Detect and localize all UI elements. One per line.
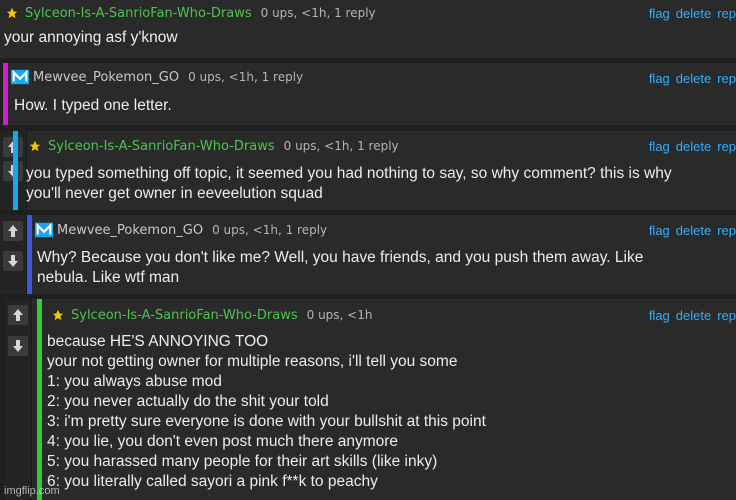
upvote-button[interactable]: [3, 221, 23, 241]
comment-meta: 0 ups, <1h: [306, 308, 373, 322]
flag-link[interactable]: flag: [649, 139, 670, 154]
comment-header: Mewvee_Pokemon_GO 0 ups, <1h, 1 reply: [35, 222, 327, 238]
arrow-down-icon: [13, 340, 23, 352]
thread-accent-bar: [37, 299, 42, 500]
username[interactable]: Sylceon-Is-A-SanrioFan-Who-Draws: [25, 6, 252, 21]
username[interactable]: Mewvee_Pokemon_GO: [57, 223, 203, 238]
comment-1: Sylceon-Is-A-SanrioFan-Who-Draws 0 ups, …: [0, 0, 736, 58]
comment-meta: 0 ups, <1h, 1 reply: [283, 139, 399, 153]
comment-header: Sylceon-Is-A-SanrioFan-Who-Draws 0 ups, …: [3, 5, 376, 21]
comment-text: your annoying asf y'know: [4, 29, 178, 46]
username[interactable]: Sylceon-Is-A-SanrioFan-Who-Draws: [48, 139, 275, 154]
thread-accent-bar: [3, 63, 8, 125]
reply-link[interactable]: rep: [717, 139, 736, 154]
delete-link[interactable]: delete: [676, 6, 711, 21]
downvote-button[interactable]: [8, 336, 28, 356]
arrow-down-icon: [8, 255, 18, 267]
comment-5: Sylceon-Is-A-SanrioFan-Who-Draws 0 ups, …: [5, 299, 736, 500]
mewvee-avatar-icon[interactable]: [35, 221, 53, 239]
arrow-up-icon: [13, 309, 23, 321]
reply-link[interactable]: rep: [717, 71, 736, 86]
comment-4: Mewvee_Pokemon_GO 0 ups, <1h, 1 reply fl…: [0, 215, 736, 294]
vote-column: [5, 299, 32, 500]
comment-header: Sylceon-Is-A-SanrioFan-Who-Draws 0 ups, …: [26, 138, 399, 154]
comment-actions: flag delete rep: [649, 308, 736, 323]
comment-2: Mewvee_Pokemon_GO 0 ups, <1h, 1 reply fl…: [3, 63, 736, 125]
username[interactable]: Mewvee_Pokemon_GO: [33, 70, 179, 85]
reply-link[interactable]: rep: [717, 308, 736, 323]
imgflip-watermark: imgflip.com: [4, 485, 60, 497]
flag-link[interactable]: flag: [649, 6, 670, 21]
thread-accent-bar: [13, 131, 18, 210]
upvote-button[interactable]: [8, 305, 28, 325]
star-avatar-icon[interactable]: [3, 4, 21, 22]
comment-actions: flag delete rep: [649, 71, 736, 86]
comment-header: Sylceon-Is-A-SanrioFan-Who-Draws 0 ups, …: [49, 307, 372, 323]
flag-link[interactable]: flag: [649, 71, 670, 86]
comment-3: Sylceon-Is-A-SanrioFan-Who-Draws 0 ups, …: [0, 131, 736, 210]
comment-header: Mewvee_Pokemon_GO 0 ups, <1h, 1 reply: [11, 69, 303, 85]
comment-text: you typed something off topic, it seemed…: [26, 165, 672, 202]
comment-text: How. I typed one letter.: [14, 97, 172, 114]
comment-actions: flag delete rep: [649, 139, 736, 154]
vote-column: [0, 215, 27, 294]
comment-meta: 0 ups, <1h, 1 reply: [260, 6, 376, 20]
reply-link[interactable]: rep: [717, 6, 736, 21]
delete-link[interactable]: delete: [676, 223, 711, 238]
star-avatar-icon[interactable]: [26, 137, 44, 155]
mewvee-avatar-icon[interactable]: [11, 68, 29, 86]
comment-actions: flag delete rep: [649, 223, 736, 238]
delete-link[interactable]: delete: [676, 139, 711, 154]
downvote-button[interactable]: [3, 251, 23, 271]
comment-meta: 0 ups, <1h, 1 reply: [188, 70, 304, 84]
delete-link[interactable]: delete: [676, 308, 711, 323]
delete-link[interactable]: delete: [676, 71, 711, 86]
comment-actions: flag delete rep: [649, 6, 736, 21]
arrow-up-icon: [8, 225, 18, 237]
flag-link[interactable]: flag: [649, 308, 670, 323]
star-avatar-icon[interactable]: [49, 306, 67, 324]
flag-link[interactable]: flag: [649, 223, 670, 238]
comment-meta: 0 ups, <1h, 1 reply: [212, 223, 328, 237]
reply-link[interactable]: rep: [717, 223, 736, 238]
thread-accent-bar: [27, 215, 32, 294]
username[interactable]: Sylceon-Is-A-SanrioFan-Who-Draws: [71, 308, 298, 323]
comment-text: because HE'S ANNOYING TOO your not getti…: [47, 333, 486, 490]
comment-text: Why? Because you don't like me? Well, yo…: [37, 249, 644, 286]
